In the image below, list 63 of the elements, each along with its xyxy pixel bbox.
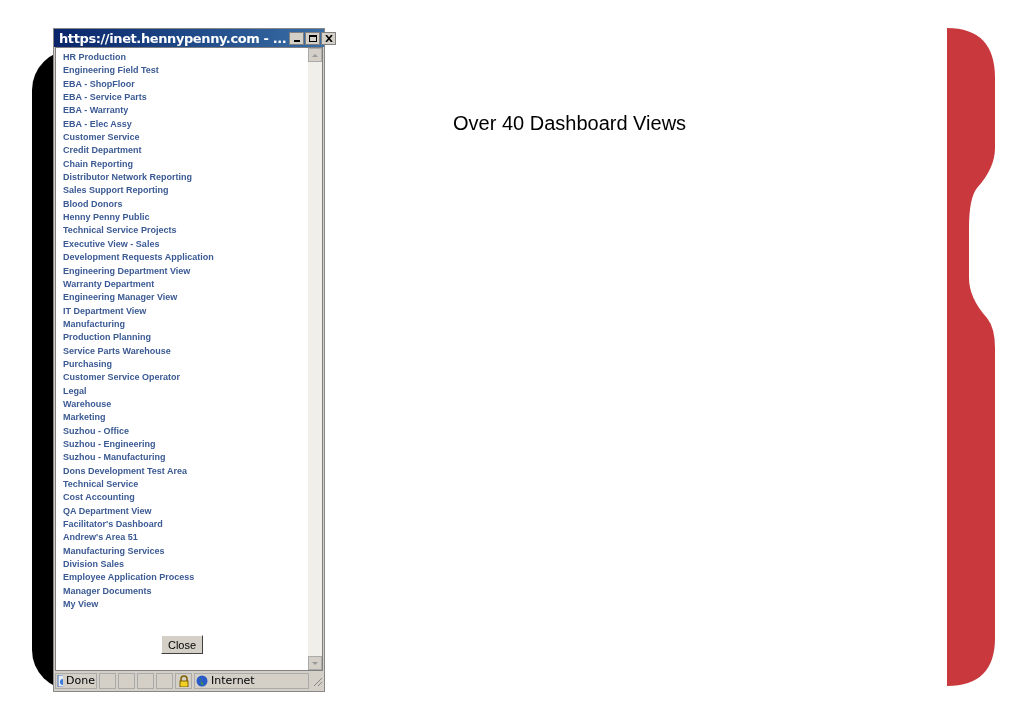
dashboard-link[interactable]: HR Production <box>63 51 301 65</box>
dashboard-link[interactable]: Employee Application Process <box>63 571 301 585</box>
dashboard-link[interactable]: IT Department View <box>63 304 301 318</box>
maximize-button[interactable] <box>305 31 321 45</box>
slide-heading: Over 40 Dashboard Views <box>453 111 687 136</box>
status-text: Done <box>66 672 95 689</box>
status-pane <box>99 673 116 689</box>
dashboard-link[interactable]: Marketing <box>63 411 301 425</box>
dashboard-link[interactable]: QA Department View <box>63 504 301 519</box>
close-button[interactable]: Close <box>160 635 204 655</box>
dashboard-link[interactable]: Warehouse <box>63 397 301 412</box>
dashboard-link[interactable]: Manufacturing Services <box>63 544 301 559</box>
dashboard-link[interactable]: Purchasing <box>63 357 301 372</box>
status-pane <box>156 673 173 689</box>
scrollbar[interactable] <box>308 48 322 670</box>
window-title: https://inet.hennypenny.com - ... <box>59 31 287 45</box>
close-icon <box>324 34 333 42</box>
dashboard-link[interactable]: Suzhou - Engineering <box>63 437 301 452</box>
globe-icon <box>196 675 208 687</box>
dashboard-link[interactable]: Engineering Manager View <box>63 291 301 305</box>
dashboard-link[interactable]: Engineering Department View <box>63 264 301 278</box>
dashboard-link[interactable]: Technical Service <box>63 478 301 492</box>
scroll-down-button[interactable] <box>308 656 322 670</box>
lock-icon <box>178 675 189 687</box>
dashboard-link[interactable]: EBA - Service Parts <box>63 91 301 105</box>
status-pane <box>118 673 135 689</box>
status-pane <box>137 673 154 689</box>
dashboard-link[interactable]: Distributor Network Reporting <box>63 171 301 185</box>
dashboard-link[interactable]: Chain Reporting <box>63 157 301 172</box>
minimize-button[interactable] <box>289 31 305 45</box>
dashboard-link[interactable]: My View <box>63 598 301 612</box>
dashboard-link[interactable]: Henny Penny Public <box>63 211 301 225</box>
dashboard-link[interactable]: Customer Service <box>63 131 301 145</box>
dashboard-link[interactable]: Blood Donors <box>63 197 301 212</box>
up-arrow-icon <box>312 53 318 57</box>
dashboard-link[interactable]: Service Parts Warehouse <box>63 344 301 358</box>
dashboard-link[interactable]: Production Planning <box>63 331 301 345</box>
dashboard-link[interactable]: Dons Development Test Area <box>63 464 301 478</box>
dashboard-link[interactable]: Executive View - Sales <box>63 237 301 252</box>
dashboard-link[interactable]: Cost Accounting <box>63 491 301 505</box>
close-window-button[interactable] <box>321 31 337 45</box>
page-icon <box>57 675 64 687</box>
dashboard-link[interactable]: Customer Service Operator <box>63 371 301 385</box>
dashboard-link[interactable]: EBA - Warranty <box>63 104 301 118</box>
resize-grip-icon[interactable] <box>311 675 323 687</box>
dashboard-link[interactable]: Facilitator's Dashboard <box>63 518 301 532</box>
dashboard-link[interactable]: Manager Documents <box>63 584 301 599</box>
dashboard-link[interactable]: Engineering Field Test <box>63 64 301 78</box>
dashboard-link[interactable]: EBA - ShopFloor <box>63 77 301 92</box>
zone-text: Internet <box>211 672 255 689</box>
dashboard-link[interactable]: Development Requests Application <box>63 251 301 265</box>
dashboard-link[interactable]: Division Sales <box>63 558 301 572</box>
dashboard-link[interactable]: EBA - Elec Assy <box>63 117 301 132</box>
dashboard-link[interactable]: Manufacturing <box>63 317 301 332</box>
dashboard-link[interactable]: Andrew's Area 51 <box>63 531 301 545</box>
dashboard-link[interactable]: Legal <box>63 384 301 398</box>
down-arrow-icon <box>312 661 318 665</box>
dashboard-link[interactable]: Warranty Department <box>63 277 301 292</box>
dashboard-link[interactable]: Technical Service Projects <box>63 224 301 238</box>
dashboard-link[interactable]: Suzhou - Office <box>63 424 301 438</box>
dashboard-link[interactable]: Sales Support Reporting <box>63 184 301 198</box>
dashboard-link[interactable]: Suzhou - Manufacturing <box>63 451 301 465</box>
dashboard-link[interactable]: Credit Department <box>63 144 301 158</box>
